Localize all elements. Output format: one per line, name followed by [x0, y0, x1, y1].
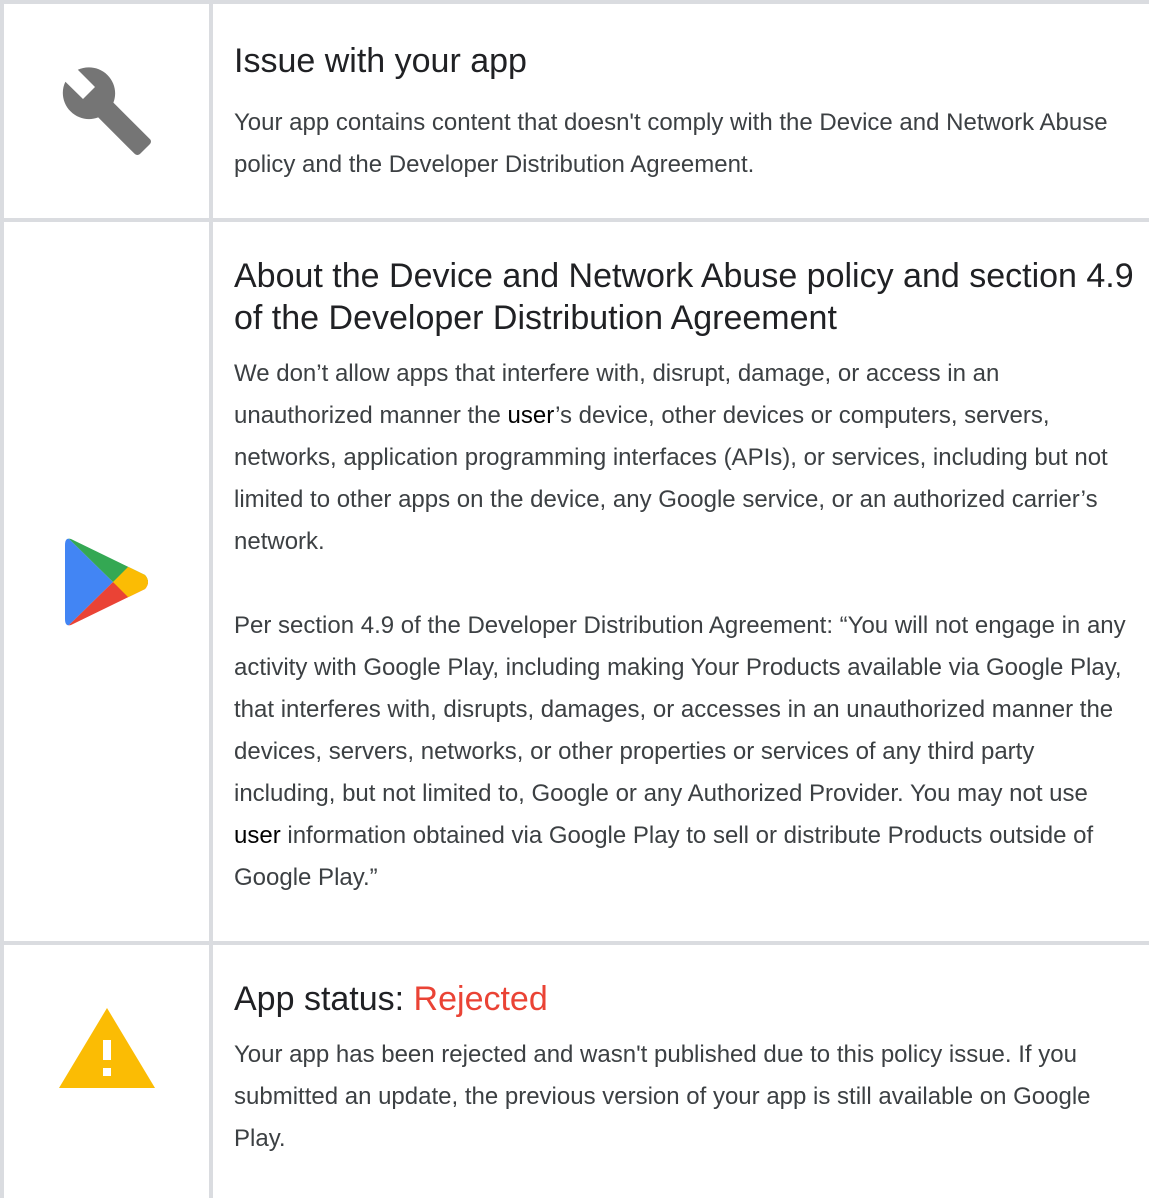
text-span: information obtained via Google Play to …	[234, 822, 1094, 891]
warning-icon	[58, 1007, 155, 1088]
status-content: App status: Rejected Your app has been r…	[234, 978, 1134, 1160]
policy-content: About the Device and Network Abuse polic…	[234, 255, 1134, 899]
section-title: Issue with your app	[234, 42, 527, 80]
section-body: Your app contains content that doesn't c…	[234, 109, 1108, 178]
google-play-icon	[64, 538, 148, 625]
warning-icon-cell	[4, 945, 209, 1150]
wrench-icon-cell	[4, 4, 209, 218]
issue-content: Issue with your app Your app contains co…	[234, 40, 1134, 186]
status-badge: Rejected	[413, 980, 548, 1018]
google-play-icon-cell	[4, 222, 209, 941]
status-label: App status:	[234, 980, 414, 1018]
user-link[interactable]: user	[508, 402, 556, 429]
wrench-icon	[62, 67, 151, 155]
section-body: Your app has been rejected and wasn't pu…	[234, 1041, 1091, 1152]
user-link[interactable]: user	[234, 822, 281, 849]
issue-section: Issue with your app Your app contains co…	[0, 4, 1149, 218]
policy-paragraph-2: Per section 4.9 of the Developer Distrib…	[234, 605, 1134, 899]
section-title: App status: Rejected	[234, 978, 1134, 1020]
text-span: Per section 4.9 of the Developer Distrib…	[234, 612, 1126, 807]
section-title: About the Device and Network Abuse polic…	[234, 257, 1134, 337]
policy-paragraph-1: We don’t allow apps that interfere with,…	[234, 353, 1134, 563]
status-section: App status: Rejected Your app has been r…	[0, 945, 1149, 1198]
policy-section: About the Device and Network Abuse polic…	[0, 222, 1149, 941]
